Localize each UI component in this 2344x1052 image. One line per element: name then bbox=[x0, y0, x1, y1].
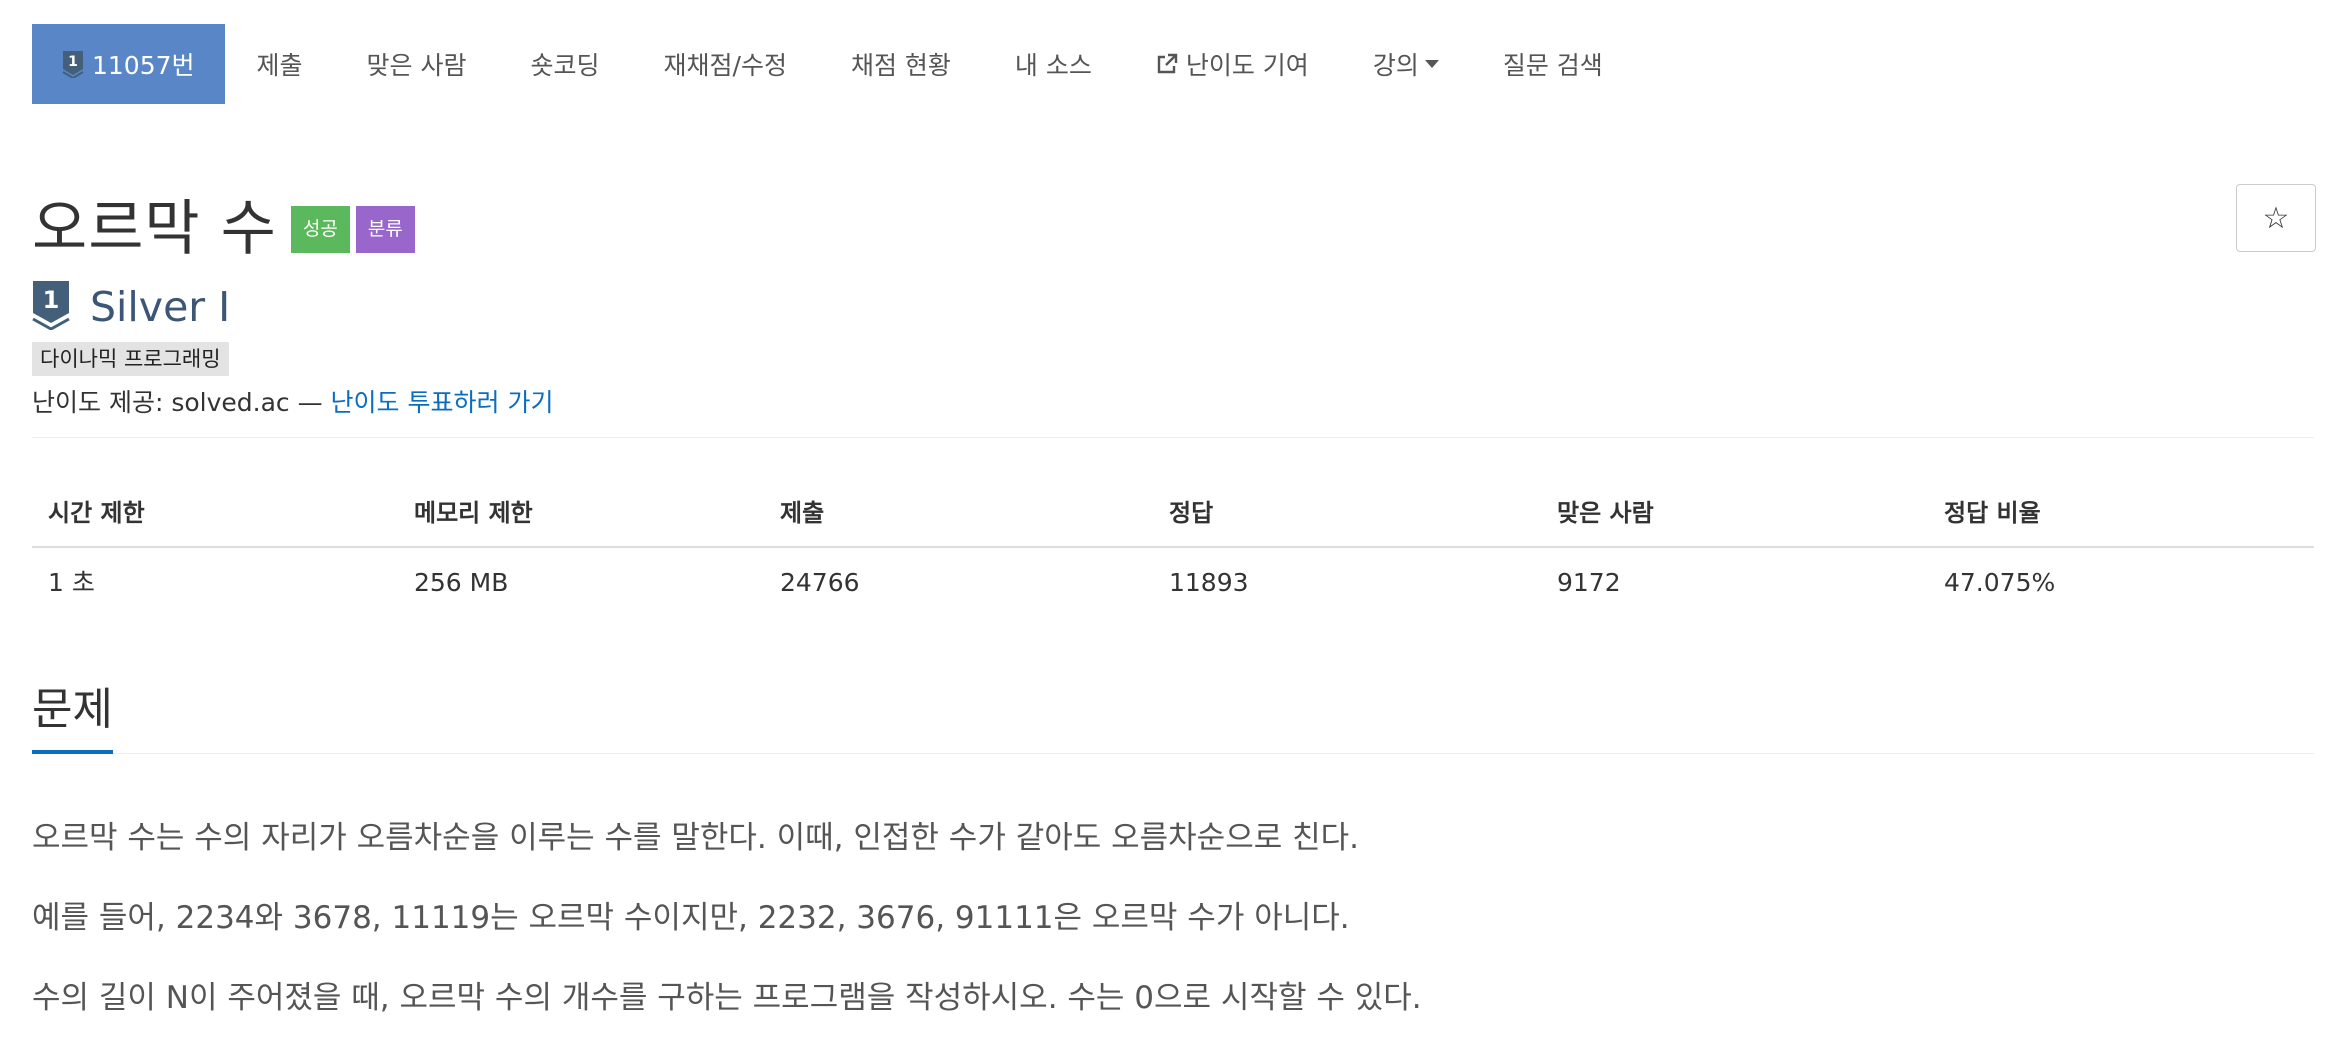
nav-item-difficulty-contribution[interactable]: 난이도 기여 bbox=[1124, 24, 1341, 104]
title-row: 오르막 수 성공 분류 bbox=[32, 180, 415, 267]
tier-row: 1 Silver I bbox=[32, 280, 230, 334]
svg-text:1: 1 bbox=[43, 286, 60, 314]
nav-item-lectures-dropdown[interactable]: 강의 bbox=[1341, 24, 1471, 104]
nav-item-submit[interactable]: 제출 bbox=[225, 24, 335, 104]
time-limit-value: 1 초 bbox=[48, 568, 95, 597]
nav-submit-label: 제출 bbox=[256, 51, 303, 80]
svg-text:1: 1 bbox=[68, 54, 78, 70]
problem-stats-table: 시간 제한 메모리 제한 제출 정답 맞은 사람 정답 비율 1 초 256 M… bbox=[32, 480, 2314, 618]
table-header-row: 시간 제한 메모리 제한 제출 정답 맞은 사람 정답 비율 bbox=[32, 480, 2314, 548]
favorite-star-button[interactable]: ☆ bbox=[2236, 184, 2316, 252]
problem-section-header: 문제 bbox=[32, 678, 2314, 754]
success-badge: 성공 bbox=[290, 206, 350, 253]
difficulty-provider: 난이도 제공: solved.ac — 난이도 투표하러 가기 bbox=[32, 383, 553, 419]
header-solvers: 맞은 사람 bbox=[1557, 499, 1654, 527]
header-submissions: 제출 bbox=[780, 499, 825, 527]
header-time-limit: 시간 제한 bbox=[48, 499, 145, 527]
nav-item-problem-number[interactable]: 1 11057번 bbox=[32, 24, 225, 104]
header-memory-limit: 메모리 제한 bbox=[414, 499, 533, 527]
provider-text: 난이도 제공: solved.ac — bbox=[32, 388, 331, 417]
page-title: 오르막 수 bbox=[32, 194, 277, 264]
algorithm-tag[interactable]: 다이나믹 프로그래밍 bbox=[32, 342, 229, 376]
nav-item-rejudge[interactable]: 재채점/수정 bbox=[632, 24, 819, 104]
accept-ratio-value: 47.075% bbox=[1944, 568, 2056, 597]
vote-difficulty-link[interactable]: 난이도 투표하러 가기 bbox=[331, 388, 554, 417]
submissions-value: 24766 bbox=[780, 568, 860, 597]
solvers-value: 9172 bbox=[1557, 568, 1621, 597]
nav-item-question-search[interactable]: 질문 검색 bbox=[1471, 24, 1635, 104]
accepted-value: 11893 bbox=[1169, 568, 1249, 597]
nav-rejudge-label: 재채점/수정 bbox=[663, 51, 787, 80]
star-outline-icon: ☆ bbox=[2262, 200, 2290, 236]
description-paragraph: 예를 들어, 2234와 3678, 11119는 오르막 수이지만, 2232… bbox=[32, 900, 1350, 936]
header-accept-ratio: 정답 비율 bbox=[1944, 499, 2041, 527]
nav-difficulty-label: 난이도 기여 bbox=[1185, 51, 1309, 80]
description-paragraph: 오르막 수는 수의 자리가 오름차순을 이루는 수를 말한다. 이때, 인접한 … bbox=[32, 820, 1359, 856]
divider bbox=[32, 437, 2314, 438]
nav-item-solvers[interactable]: 맞은 사람 bbox=[335, 24, 499, 104]
nav-my-source-label: 내 소스 bbox=[1014, 51, 1092, 80]
category-badge[interactable]: 분류 bbox=[355, 206, 415, 253]
caret-down-icon bbox=[1424, 59, 1439, 69]
external-link-icon bbox=[1156, 53, 1178, 75]
nav-lectures-label: 강의 bbox=[1372, 51, 1419, 80]
nav-item-short-coding[interactable]: 숏코딩 bbox=[499, 24, 632, 104]
memory-limit-value: 256 MB bbox=[414, 568, 509, 597]
tier-label[interactable]: Silver I bbox=[90, 283, 230, 331]
section-title: 문제 bbox=[32, 678, 113, 754]
problem-nav: 1 11057번 제출 맞은 사람 숏코딩 재채점/수정 채점 현황 내 소스 … bbox=[32, 24, 1635, 104]
silver-1-tier-icon: 1 bbox=[62, 50, 84, 78]
nav-short-coding-label: 숏코딩 bbox=[530, 51, 600, 80]
nav-status-label: 채점 현황 bbox=[850, 51, 951, 80]
nav-item-my-source[interactable]: 내 소스 bbox=[983, 24, 1124, 104]
description-paragraph: 수의 길이 N이 주어졌을 때, 오르막 수의 개수를 구하는 프로그램을 작성… bbox=[32, 980, 1422, 1016]
nav-question-search-label: 질문 검색 bbox=[1502, 51, 1603, 80]
table-row: 1 초 256 MB 24766 11893 9172 47.075% bbox=[32, 548, 2314, 618]
silver-tier-badge-icon: 1 bbox=[32, 280, 70, 334]
header-accepted: 정답 bbox=[1169, 499, 1214, 527]
nav-item-status[interactable]: 채점 현황 bbox=[819, 24, 983, 104]
nav-problem-number-label: 11057번 bbox=[92, 51, 195, 80]
nav-solvers-label: 맞은 사람 bbox=[366, 51, 467, 80]
